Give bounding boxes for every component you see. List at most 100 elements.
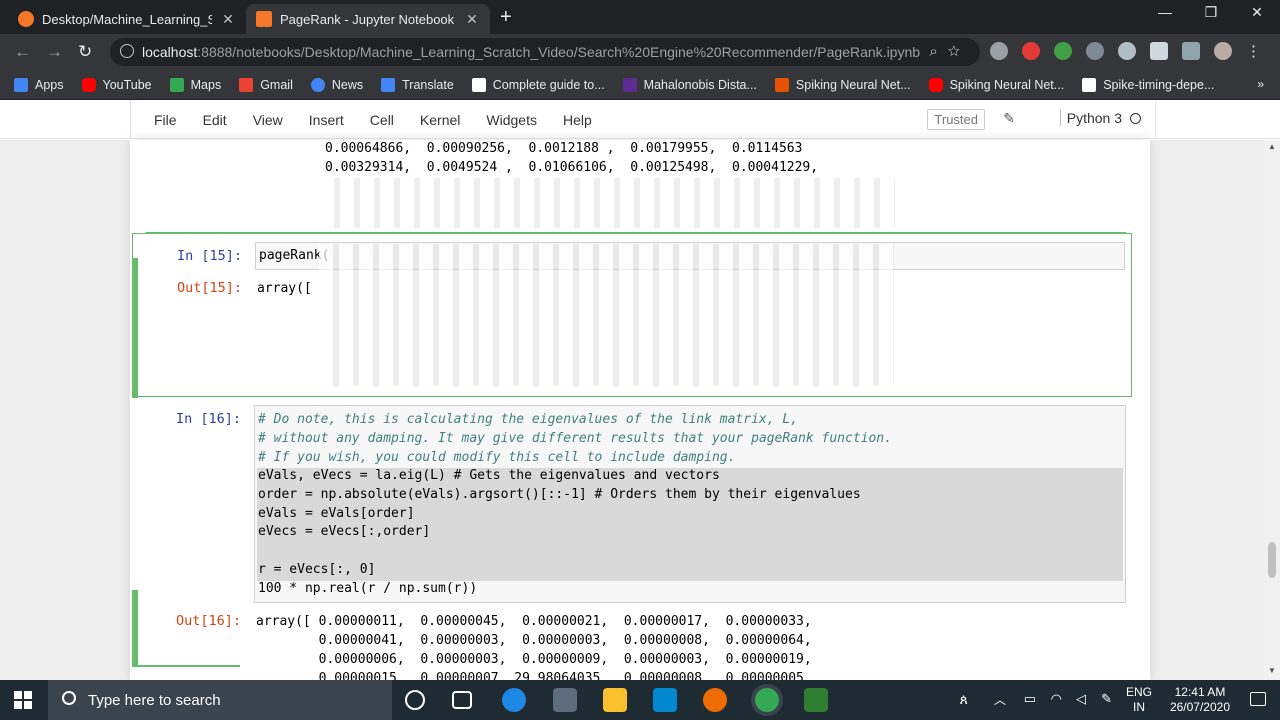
terminal-icon[interactable] [804, 688, 828, 712]
windows-taskbar: Type here to search ጰ ︿ ▭ ◠ ◁ ✎ ENG IN 1… [0, 680, 1280, 720]
minimize-icon[interactable]: — [1142, 4, 1188, 20]
lang-code: ENG [1125, 685, 1152, 699]
pencil-icon[interactable]: ✎ [1003, 110, 1015, 127]
tab-desktop[interactable]: Desktop/Machine_Learning_Scratch ✕ [8, 4, 246, 34]
pen-icon[interactable]: ✎ [1101, 691, 1112, 707]
time: 12:41 AM [1174, 685, 1226, 699]
close-icon[interactable]: ✕ [220, 11, 236, 28]
in-prompt: In [16]: [176, 411, 242, 427]
extensions-icon[interactable] [1150, 42, 1168, 60]
drive-icon[interactable] [1086, 42, 1104, 60]
code-line: order = np.absolute(eVals).argsort()[::-… [258, 487, 861, 502]
menu-insert[interactable]: Insert [296, 112, 357, 128]
more-bookmarks-icon[interactable]: » [1257, 77, 1264, 91]
kernel-name: Python 3 [1066, 110, 1122, 126]
store-icon[interactable] [553, 688, 577, 712]
language-indicator[interactable]: ENG IN [1126, 685, 1152, 715]
scrollbar[interactable]: ▲ ▼ [1264, 140, 1280, 680]
cortana-icon[interactable] [405, 690, 425, 710]
scroll-down-icon[interactable]: ▼ [1268, 666, 1276, 675]
forward-icon[interactable]: → [46, 42, 63, 62]
battery-icon[interactable]: ▭ [1024, 691, 1036, 707]
explorer-icon[interactable] [603, 688, 627, 712]
bookmark-maps[interactable]: Maps [169, 77, 221, 92]
bookmark-news[interactable]: News [310, 77, 363, 92]
apps-grid-icon [14, 77, 28, 92]
cell-selection-bar [132, 258, 138, 398]
bookmark-gmail[interactable]: Gmail [239, 77, 293, 92]
bookmark-translate[interactable]: Translate [381, 77, 454, 92]
bookmark-spiking-1[interactable]: Spiking Neural Net... [774, 77, 911, 92]
menu-edit[interactable]: Edit [190, 112, 240, 128]
trusted-badge[interactable]: Trusted [927, 109, 985, 130]
red-extension-icon[interactable] [1022, 42, 1040, 60]
menu-cell[interactable]: Cell [357, 112, 407, 128]
avatar[interactable] [1214, 42, 1232, 60]
task-view-icon[interactable] [452, 691, 472, 709]
code-line: eVals, eVecs = la.eig(L) # Gets the eige… [258, 468, 720, 483]
in-prompt: In [15]: [177, 248, 243, 264]
windows-start-icon[interactable] [14, 691, 32, 709]
address-bar[interactable]: localhost:8888/notebooks/Desktop/Machine… [110, 38, 980, 66]
out-prompt: Out[16]: [176, 613, 242, 629]
wikipedia-icon [1082, 77, 1097, 92]
new-tab-icon[interactable]: + [500, 6, 512, 29]
jupyter-icon[interactable] [703, 688, 727, 712]
scrollbar-thumb[interactable] [1268, 542, 1276, 578]
bookmark-apps[interactable]: Apps [14, 77, 64, 92]
restore-icon[interactable]: ❐ [1188, 4, 1234, 21]
reload-icon[interactable]: ↻ [78, 42, 92, 62]
volume-icon[interactable]: ◁ [1076, 691, 1086, 707]
news-icon [310, 77, 325, 92]
bookmark-youtube[interactable]: YouTube [81, 77, 152, 92]
notebook-favicon-icon [256, 11, 272, 27]
account-extension-icon[interactable] [1118, 42, 1136, 60]
tab-pagerank[interactable]: PageRank - Jupyter Notebook ✕ [246, 4, 490, 34]
youtube-icon [81, 77, 96, 92]
output-line: 0.00000041, 0.00000003, 0.00000003, 0.00… [256, 633, 812, 648]
menu-help[interactable]: Help [550, 112, 605, 128]
kernel-indicator: Python 3 [1059, 110, 1141, 126]
menu-kernel[interactable]: Kernel [407, 112, 473, 128]
garbled-output-region [320, 178, 895, 228]
region-code: IN [1132, 700, 1145, 714]
cast-icon[interactable] [1182, 42, 1200, 60]
browser-tabstrip: Desktop/Machine_Learning_Scratch ✕ PageR… [0, 0, 1280, 34]
gmail-icon [239, 77, 254, 92]
out-prompt: Out[15]: [177, 280, 243, 296]
close-icon[interactable]: ✕ [464, 11, 480, 28]
window-close-icon[interactable]: ✕ [1234, 4, 1280, 21]
clock[interactable]: 12:41 AM 26/07/2020 [1170, 685, 1230, 715]
bookmark-mahalonobis[interactable]: Mahalonobis Dista... [622, 77, 757, 92]
code-line: eVals = eVals[order] [258, 506, 415, 521]
shield-icon[interactable] [990, 42, 1008, 60]
chrome-icon[interactable] [755, 688, 779, 712]
bookmark-spiking-2[interactable]: Spiking Neural Net... [928, 77, 1064, 92]
back-icon[interactable]: ← [14, 42, 31, 62]
bookmark-stdp[interactable]: Spike-timing-depe... [1082, 77, 1214, 92]
scroll-up-icon[interactable]: ▲ [1268, 142, 1276, 151]
chart-icon [471, 77, 486, 92]
notification-icon[interactable] [1250, 692, 1266, 706]
menu-view[interactable]: View [240, 112, 296, 128]
wifi-icon[interactable]: ◠ [1051, 691, 1062, 707]
menu-file[interactable]: File [141, 112, 190, 128]
taskbar-search[interactable]: Type here to search [48, 680, 392, 720]
edge-icon[interactable] [502, 688, 526, 712]
green-extension-icon[interactable] [1054, 42, 1072, 60]
info-icon[interactable] [120, 44, 134, 58]
code-input[interactable]: # Do note, this is calculating the eigen… [254, 405, 1126, 603]
cell-15[interactable]: In [15]: pageRank( Out[15]: array([ [132, 233, 1132, 398]
cell-16[interactable]: In [16]: # Do note, this is calculating … [132, 403, 1132, 680]
jupyter-favicon-icon [18, 11, 34, 27]
bookmark-guide[interactable]: Complete guide to... [471, 77, 605, 92]
menu-widgets[interactable]: Widgets [473, 112, 550, 128]
tab-title: PageRank - Jupyter Notebook [280, 11, 455, 27]
code-comment: # If you wish, you could modify this cel… [258, 450, 736, 465]
chevron-up-icon[interactable]: ︿ [994, 691, 1006, 708]
menu-icon[interactable]: ⋮ [1246, 42, 1261, 60]
mail-icon[interactable] [653, 688, 677, 712]
people-icon[interactable]: ጰ [960, 691, 968, 708]
zoom-star-icons[interactable]: ⌕☆ [929, 43, 970, 60]
tab-title: Desktop/Machine_Learning_Scratch [42, 11, 212, 27]
